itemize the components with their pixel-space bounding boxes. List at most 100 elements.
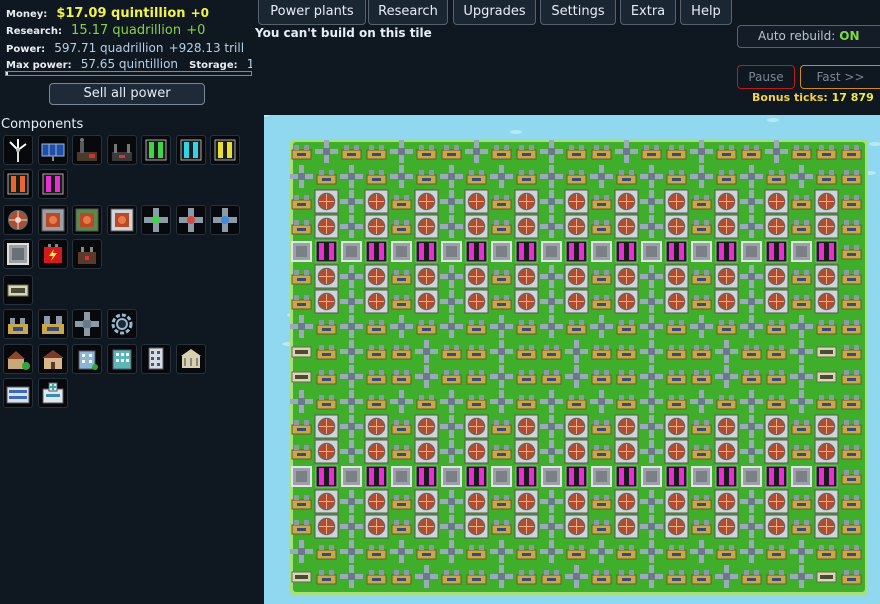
menu-settings[interactable]: Settings (540, 0, 616, 25)
tile-exchanger (414, 289, 439, 314)
component-coolant-pipe-green[interactable] (141, 205, 171, 235)
apartment-blue-icon (78, 350, 98, 370)
tile-cell (665, 465, 688, 488)
fast-button[interactable]: Fast >> (800, 65, 880, 89)
component-hospital[interactable] (37, 378, 68, 408)
component-gas-plant[interactable] (106, 135, 137, 165)
tile-exchanger (364, 514, 389, 539)
tile-exchanger (464, 289, 489, 314)
tile-exchanger (514, 439, 539, 464)
auto-rebuild-toggle[interactable]: Auto rebuild: ON (737, 25, 880, 48)
component-cell-cyan[interactable] (175, 135, 206, 165)
tile-cell (715, 465, 738, 488)
component-office-building-large[interactable] (37, 309, 68, 339)
stats-panel: Money: $17.09 quintillion +0 Research: 1… (0, 0, 252, 82)
tile-exchanger (664, 214, 689, 239)
component-cell-green[interactable] (141, 135, 171, 165)
menu-help[interactable]: Help (680, 0, 732, 25)
tile-exchanger (514, 189, 539, 214)
tile-exchanger (614, 514, 639, 539)
component-apartment-teal[interactable] (106, 344, 137, 374)
game-map[interactable] (264, 115, 880, 604)
tile-exchanger (364, 489, 389, 514)
component-solar-panel[interactable] (37, 135, 68, 165)
house-small-icon (41, 350, 64, 369)
tile-exchanger (314, 414, 339, 439)
battery-icon (43, 244, 62, 263)
tile-exchanger (664, 439, 689, 464)
tile-exchanger (364, 414, 389, 439)
component-transformer[interactable] (72, 239, 102, 269)
component-coolant-pipe-red[interactable] (175, 205, 206, 235)
apartment-tall-icon (148, 347, 164, 370)
component-battery[interactable] (37, 239, 68, 269)
component-heat-exchanger-green[interactable] (37, 205, 68, 235)
heat-exchanger-gray-icon (75, 208, 99, 232)
component-coolant-pipe-blue[interactable] (210, 205, 240, 235)
component-cell-magenta[interactable] (37, 169, 68, 199)
tile-cell (615, 465, 638, 488)
pause-button[interactable]: Pause (737, 65, 795, 89)
menu-research[interactable]: Research (368, 0, 448, 25)
tile-plate (441, 241, 462, 262)
menu-power-plants[interactable]: Power plants (258, 0, 366, 25)
menu-upgrades[interactable]: Upgrades (453, 0, 536, 25)
tile-exchanger (764, 489, 789, 514)
component-energy-storage[interactable] (3, 275, 33, 305)
sell-all-power-button[interactable]: Sell all power (49, 83, 205, 105)
max-power-label: Max power: (6, 60, 72, 71)
tile-exchanger (314, 514, 339, 539)
component-apartment-tall[interactable] (141, 344, 171, 374)
component-apartment-blue[interactable] (72, 344, 102, 374)
component-wind-turbine[interactable] (3, 135, 33, 165)
component-heat-exchanger-gray[interactable] (72, 205, 102, 235)
water-ripple (510, 130, 522, 134)
tile-exchanger (814, 214, 839, 239)
storage-value: 1% (246, 57, 252, 71)
tile-exchanger (814, 264, 839, 289)
component-cell-yellow[interactable] (210, 135, 240, 165)
gear-component-icon (111, 313, 132, 335)
tile-exchanger (714, 439, 739, 464)
menu-extra[interactable]: Extra (620, 0, 676, 25)
component-cell-orange[interactable] (3, 169, 33, 199)
tile-cell (465, 240, 488, 263)
component-coal-plant[interactable] (72, 135, 102, 165)
tile-exchanger (464, 189, 489, 214)
component-heat-exchanger-silver[interactable] (106, 205, 137, 235)
component-pipe-junction[interactable] (72, 309, 102, 339)
pipe-junction-icon (75, 312, 99, 336)
component-heat-vent[interactable] (3, 205, 33, 235)
tile-exchanger (514, 514, 539, 539)
tile-exchanger (414, 489, 439, 514)
tile-exchanger (364, 439, 389, 464)
heat-exchanger-silver-icon (110, 208, 133, 232)
tile-cell (565, 240, 588, 263)
tile-storage (291, 571, 312, 583)
tile-exchanger (514, 214, 539, 239)
component-office-building[interactable] (3, 309, 33, 339)
cell-yellow-icon (214, 139, 236, 161)
tile-exchanger (714, 189, 739, 214)
tile-exchanger (714, 514, 739, 539)
component-data-center[interactable] (3, 378, 33, 408)
insulation-plate-icon (7, 243, 29, 265)
tile-exchanger (664, 289, 689, 314)
component-bank[interactable] (175, 344, 206, 374)
component-gear-component[interactable] (106, 309, 137, 339)
tile-exchanger (814, 514, 839, 539)
gas-plant-icon (111, 144, 132, 161)
hospital-icon (42, 382, 63, 404)
tile-exchanger (564, 189, 589, 214)
tile-exchanger (414, 189, 439, 214)
research-value: 15.17 quadrillion (71, 23, 182, 38)
coolant-pipe-red-icon (178, 208, 203, 232)
tile-cell (315, 465, 338, 488)
tile-plate (791, 466, 812, 487)
cell-orange-icon (7, 173, 29, 195)
tile-storage (291, 371, 312, 383)
tile-exchanger (564, 214, 589, 239)
component-house-small[interactable] (37, 344, 68, 374)
component-house-green[interactable] (3, 344, 33, 374)
component-insulation-plate[interactable] (3, 239, 33, 269)
